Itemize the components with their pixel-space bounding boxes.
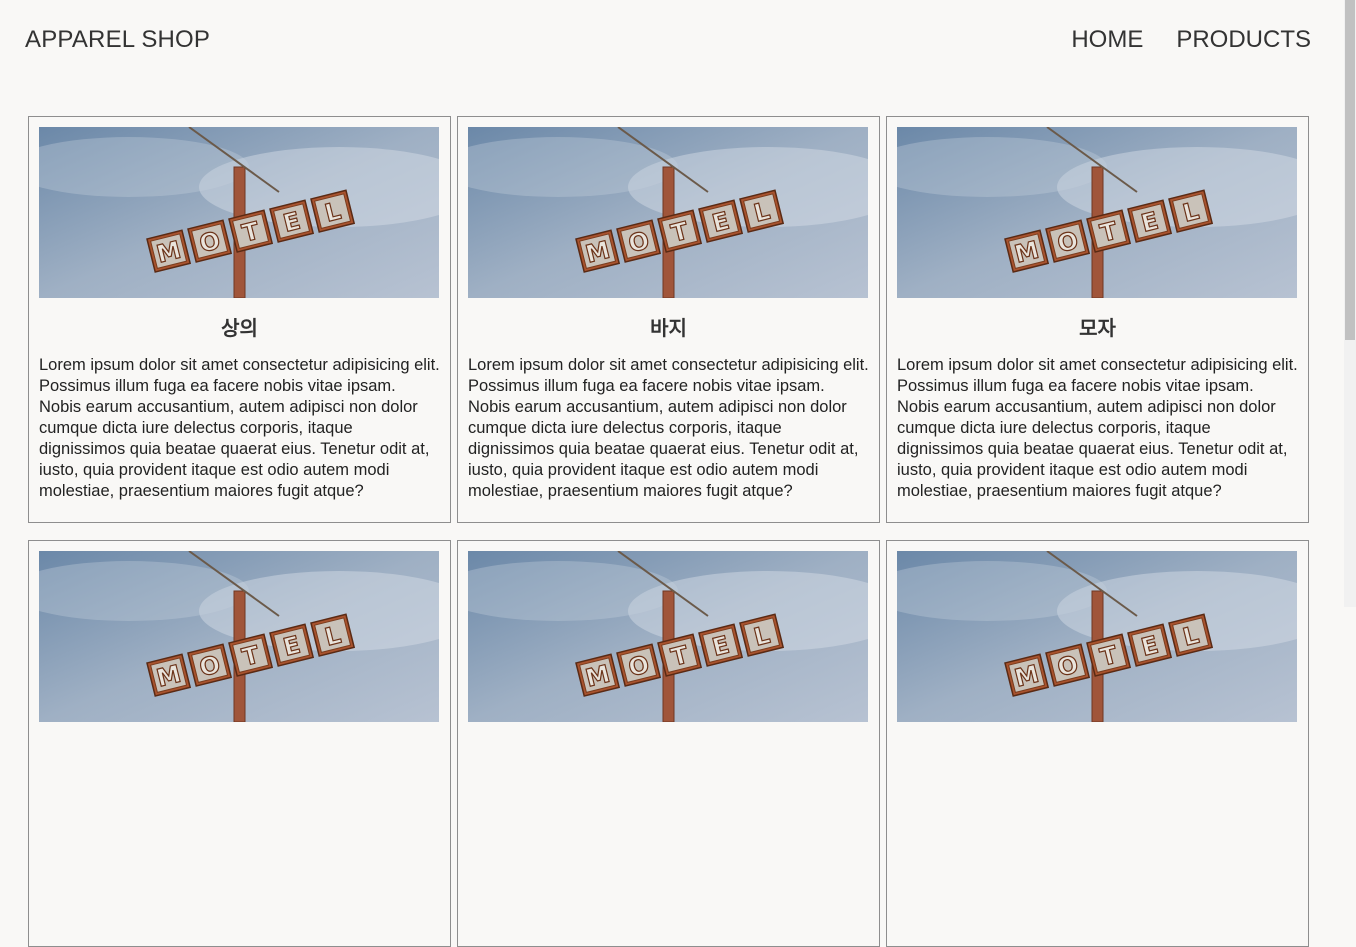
- site-header: APPAREL SHOP HOME PRODUCTS: [0, 0, 1344, 82]
- product-title[interactable]: 상의: [39, 312, 440, 341]
- product-card: M O T E L: [28, 540, 451, 947]
- motel-sign-image: M O T E L: [468, 551, 868, 722]
- main-nav: HOME PRODUCTS: [1071, 26, 1311, 54]
- site-logo-text[interactable]: APPAREL SHOP: [25, 26, 210, 54]
- product-description: Lorem ipsum dolor sit amet consectetur a…: [468, 356, 869, 500]
- product-card: M O T E L: [457, 540, 880, 947]
- motel-sign-image: M O T E L: [468, 127, 868, 298]
- product-grid: M O T E L 상의 Lorem ipsum dolor sit amet c…: [28, 116, 1309, 947]
- product-description: Lorem ipsum dolor sit amet consectetur a…: [39, 356, 440, 500]
- scrollbar-thumb[interactable]: [1345, 0, 1355, 340]
- nav-products-link[interactable]: PRODUCTS: [1176, 26, 1311, 54]
- product-description: Lorem ipsum dolor sit amet consectetur a…: [897, 356, 1298, 500]
- product-card: M O T E L 상의 Lorem ipsum dolor sit amet c…: [28, 116, 451, 523]
- product-card: M O T E L: [886, 540, 1309, 947]
- page-scrollbar[interactable]: [1344, 0, 1356, 607]
- product-card: M O T E L 모자 Lorem ipsum dolor sit amet c…: [886, 116, 1309, 523]
- product-card: M O T E L 바지 Lorem ipsum dolor sit amet c…: [457, 116, 880, 523]
- motel-sign-image: M O T E L: [897, 127, 1297, 298]
- product-title[interactable]: 바지: [468, 312, 869, 341]
- motel-sign-image: M O T E L: [897, 551, 1297, 722]
- motel-sign-image: M O T E L: [39, 127, 439, 298]
- motel-sign-image: M O T E L: [39, 551, 439, 722]
- product-title[interactable]: 모자: [897, 312, 1298, 341]
- nav-home-link[interactable]: HOME: [1071, 26, 1143, 54]
